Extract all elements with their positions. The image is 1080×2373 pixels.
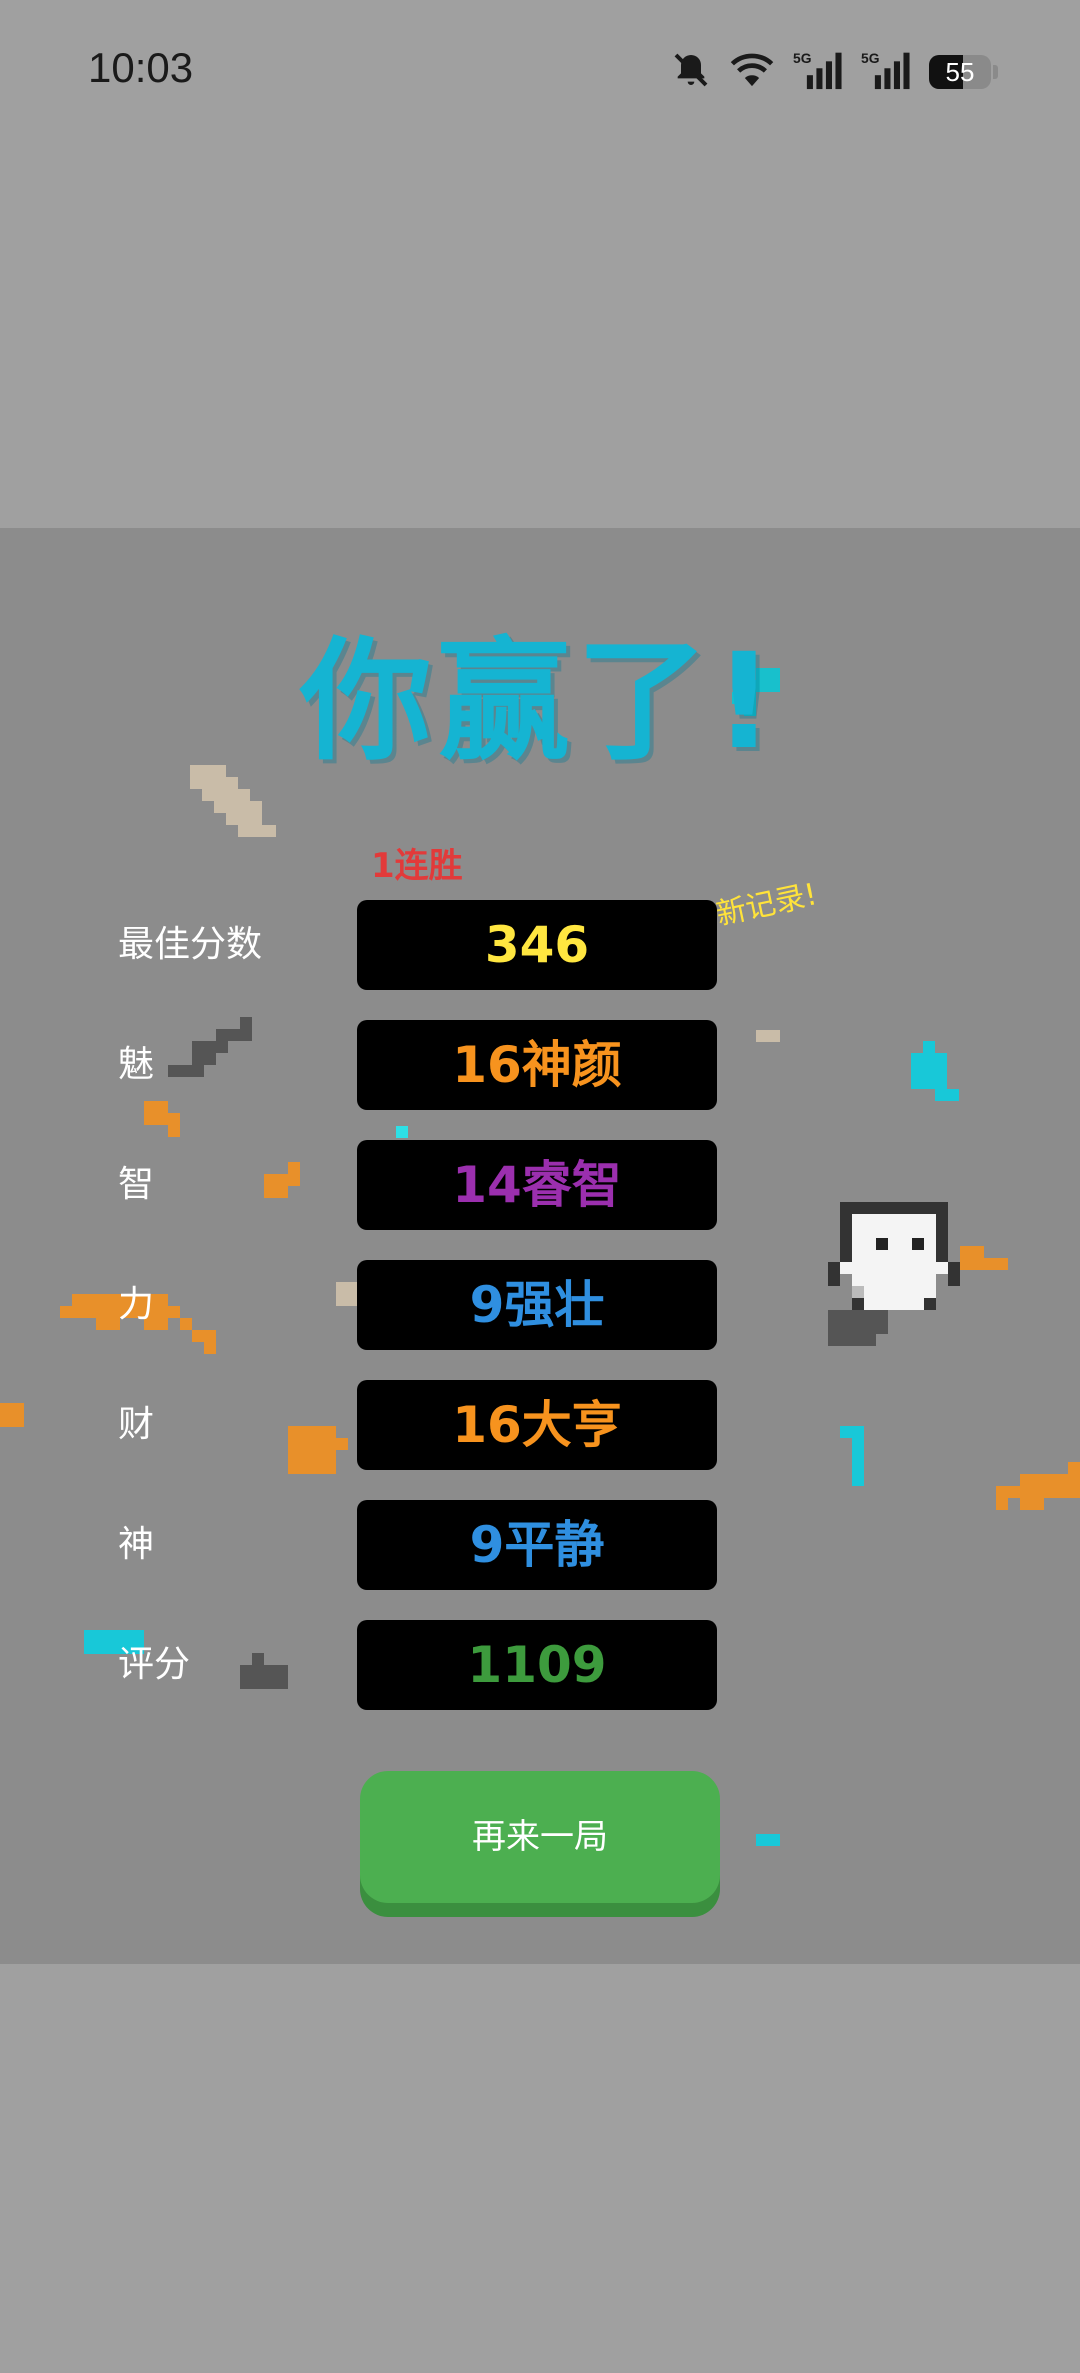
status-bar: 10:03 5G 5G 55 bbox=[0, 0, 1080, 140]
stat-row-spirit: 神 9平静 bbox=[0, 1500, 1080, 1590]
stat-label: 神 bbox=[118, 1524, 155, 1565]
stat-value: 14睿智 bbox=[357, 1140, 717, 1230]
stat-row-best-score: 最佳分数 346 bbox=[0, 900, 1080, 990]
stat-value: 16大亨 bbox=[357, 1380, 717, 1470]
signal-tag: 5G bbox=[861, 50, 880, 66]
pixel-cyan-bit bbox=[396, 1126, 408, 1138]
signal-tag: 5G bbox=[793, 50, 812, 66]
stat-value: 9强壮 bbox=[357, 1260, 717, 1350]
pixel-cyan-bit bbox=[756, 1834, 780, 1846]
stat-label: 评分 bbox=[118, 1644, 191, 1685]
wifi-icon bbox=[727, 50, 777, 94]
battery-icon: 55 bbox=[929, 55, 991, 89]
stat-label: 力 bbox=[118, 1284, 155, 1325]
stat-value: 1109 bbox=[357, 1620, 717, 1710]
win-title: 你赢了! bbox=[299, 625, 781, 779]
status-icons: 5G 5G 55 bbox=[671, 48, 998, 96]
signal-5g-icon: 5G bbox=[861, 49, 913, 95]
win-streak-label: 1连胜 bbox=[371, 846, 463, 886]
stat-label: 财 bbox=[118, 1404, 155, 1445]
stat-label: 最佳分数 bbox=[118, 924, 263, 965]
play-again-button[interactable]: 再来一局 bbox=[360, 1771, 720, 1903]
bell-muted-icon bbox=[671, 50, 711, 94]
status-time: 10:03 bbox=[88, 44, 194, 91]
stat-row-intelligence: 智 14睿智 bbox=[0, 1140, 1080, 1230]
stat-row-rating: 评分 1109 bbox=[0, 1620, 1080, 1710]
stat-value: 16神颜 bbox=[357, 1020, 717, 1110]
battery-tip bbox=[993, 65, 998, 79]
stat-value: 9平静 bbox=[357, 1500, 717, 1590]
stat-row-wealth: 财 16大亨 bbox=[0, 1380, 1080, 1470]
stat-row-strength: 力 9强壮 bbox=[0, 1260, 1080, 1350]
stat-label: 智 bbox=[118, 1164, 155, 1205]
stat-label: 魅 bbox=[118, 1044, 155, 1085]
signal-5g-icon: 5G bbox=[793, 49, 845, 95]
stat-row-charm: 魅 16神颜 bbox=[0, 1020, 1080, 1110]
battery-level: 55 bbox=[945, 57, 975, 87]
stat-value: 346 bbox=[357, 900, 717, 990]
